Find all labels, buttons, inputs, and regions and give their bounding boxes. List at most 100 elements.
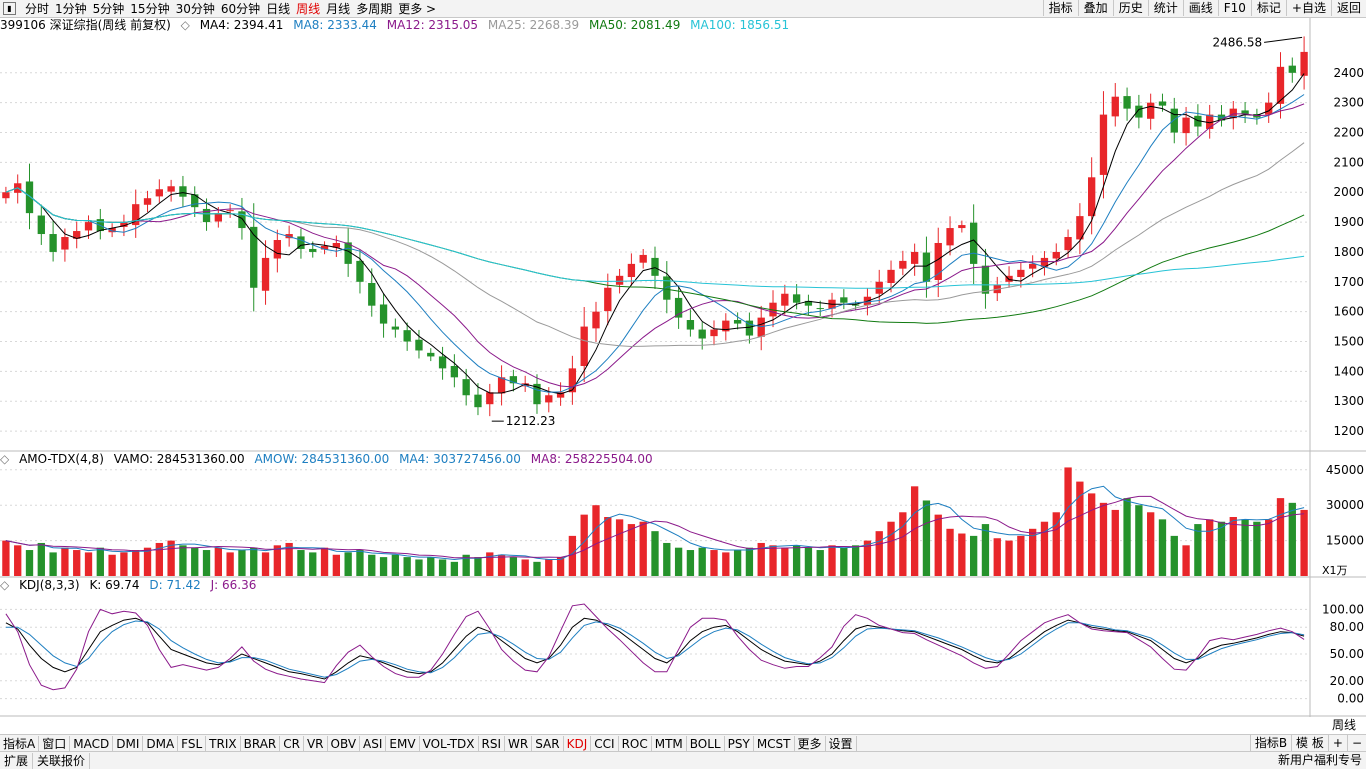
volume-bar	[1300, 509, 1308, 576]
indicator-tab-13[interactable]: VOL-TDX	[420, 735, 479, 752]
period-tab-6[interactable]: 日线	[263, 1, 293, 17]
bottom-control-0[interactable]: 指标B	[1249, 735, 1291, 751]
indicator-tab-8[interactable]: CR	[280, 735, 304, 752]
volume-bar	[415, 559, 423, 576]
toolbar-button-7[interactable]: +自选	[1285, 0, 1331, 16]
bottom-control-2[interactable]: +	[1327, 735, 1347, 751]
toolbar-button-0[interactable]: 指标	[1042, 0, 1078, 16]
volume-bar	[1170, 535, 1178, 576]
candle-body	[25, 181, 34, 214]
indicator-tab-16[interactable]: SAR	[532, 735, 564, 752]
vamo-label: VAMO: 284531360.00	[113, 452, 245, 466]
volume-bar	[615, 519, 624, 576]
indicator-tab-21[interactable]: BOLL	[687, 735, 725, 752]
volume-tick-label: 15000	[1326, 534, 1364, 548]
volume-bar	[191, 547, 199, 576]
kdj-toggle-icon[interactable]: ◇	[0, 578, 9, 592]
candle-body	[1064, 237, 1072, 251]
volume-bar	[981, 524, 990, 576]
volume-bar	[851, 545, 860, 576]
toolbar-button-3[interactable]: 统计	[1147, 0, 1183, 16]
volume-bar	[438, 559, 447, 576]
indicator-tab-25[interactable]: 设置	[826, 735, 857, 752]
volume-bar	[710, 550, 718, 576]
volume-bar	[1088, 493, 1096, 576]
indicator-tab-18[interactable]: CCI	[591, 735, 619, 752]
period-tab-4[interactable]: 30分钟	[173, 1, 218, 17]
indicator-tab-3[interactable]: DMI	[113, 735, 144, 752]
volume-bar	[37, 542, 45, 576]
volume-toggle-icon[interactable]: ◇	[0, 452, 9, 466]
volume-bar	[1017, 535, 1025, 576]
volume-bar	[96, 547, 104, 576]
indicator-tab-20[interactable]: MTM	[652, 735, 687, 752]
collapse-toggle-icon[interactable]: ▮	[3, 2, 16, 15]
bottom-control-1[interactable]: 模 板	[1291, 735, 1328, 751]
period-tab-3[interactable]: 15分钟	[127, 1, 172, 17]
toolbar-button-4[interactable]: 画线	[1182, 0, 1218, 16]
period-tab-0[interactable]: 分时	[22, 1, 52, 17]
period-tab-7[interactable]: 周线	[293, 1, 323, 17]
status-promo[interactable]: 新用户福利专号	[1274, 752, 1366, 768]
volume-bar	[781, 547, 789, 576]
toolbar-button-8[interactable]: 返回	[1330, 0, 1366, 16]
candle-body	[155, 189, 163, 197]
indicator-tab-2[interactable]: MACD	[70, 735, 114, 752]
period-tab-10[interactable]: 更多 >	[395, 1, 439, 17]
kdj-tick-label: 20.00	[1330, 674, 1364, 688]
period-tab-2[interactable]: 5分钟	[90, 1, 128, 17]
candle-body	[403, 330, 411, 342]
volume-bar	[993, 538, 1001, 576]
candle-body	[1135, 105, 1143, 118]
indicator-tab-23[interactable]: MCST	[754, 735, 795, 752]
candle-body	[143, 198, 152, 205]
toolbar-button-5[interactable]: F10	[1217, 0, 1251, 16]
toolbar-button-1[interactable]: 叠加	[1077, 0, 1113, 16]
indicator-tab-22[interactable]: PSY	[725, 735, 754, 752]
period-tab-1[interactable]: 1分钟	[52, 1, 90, 17]
indicator-tab-24[interactable]: 更多	[795, 735, 826, 752]
indicator-tab-7[interactable]: BRAR	[241, 735, 281, 752]
price-tick-label: 2300	[1333, 96, 1364, 110]
volume-bar	[604, 517, 612, 576]
indicator-tab-4[interactable]: DMA	[143, 735, 179, 752]
indicator-tab-17[interactable]: KDJ	[564, 735, 592, 752]
volume-bar	[545, 559, 553, 576]
candle-body	[981, 265, 990, 294]
candle-body	[910, 251, 919, 264]
ma8-label: MA8: 2333.44	[293, 18, 377, 32]
volume-bar	[1111, 509, 1119, 576]
indicator-tabs: 指标A 窗口 MACD DMI DMA FSL TRIX BRAR CR VR OBV ASI EMV V…	[0, 734, 1366, 752]
indicator-tab-11[interactable]: ASI	[360, 735, 387, 752]
volume-bar	[344, 552, 352, 576]
period-tab-9[interactable]: 多周期	[353, 1, 395, 17]
volume-bar	[887, 521, 895, 576]
indicator-tab-6[interactable]: TRIX	[206, 735, 241, 752]
volume-bar	[946, 528, 954, 576]
volume-bar	[828, 545, 836, 576]
ma100-label: MA100: 1856.51	[690, 18, 790, 32]
indicator-tab-19[interactable]: ROC	[619, 735, 652, 752]
status-linked-quote[interactable]: 关联报价	[33, 752, 91, 769]
toolbar-button-6[interactable]: 标记	[1250, 0, 1286, 16]
volume-bar	[1217, 521, 1226, 576]
candle-body	[1123, 96, 1131, 109]
indicator-tab-5[interactable]: FSL	[178, 735, 207, 752]
volume-tick-label: 30000	[1326, 498, 1364, 512]
indicator-tab-15[interactable]: WR	[505, 735, 533, 752]
indicator-tab-0[interactable]: 指标A	[0, 735, 40, 752]
status-expand[interactable]: 扩展	[0, 752, 34, 769]
price-tick-label: 2200	[1333, 126, 1364, 140]
indicator-tab-9[interactable]: VR	[304, 735, 328, 752]
kdj-d-label: D: 71.42	[149, 578, 201, 592]
period-tab-5[interactable]: 60分钟	[218, 1, 263, 17]
period-tab-8[interactable]: 月线	[323, 1, 353, 17]
indicator-tab-12[interactable]: EMV	[386, 735, 420, 752]
price-diamond-icon[interactable]: ◇	[181, 18, 190, 32]
indicator-tab-10[interactable]: OBV	[328, 735, 361, 752]
price-tick-label: 1800	[1333, 245, 1364, 259]
bottom-control-3[interactable]: −	[1346, 735, 1366, 751]
indicator-tab-1[interactable]: 窗口	[39, 735, 71, 752]
toolbar-button-2[interactable]: 历史	[1112, 0, 1148, 16]
indicator-tab-14[interactable]: RSI	[479, 735, 506, 752]
